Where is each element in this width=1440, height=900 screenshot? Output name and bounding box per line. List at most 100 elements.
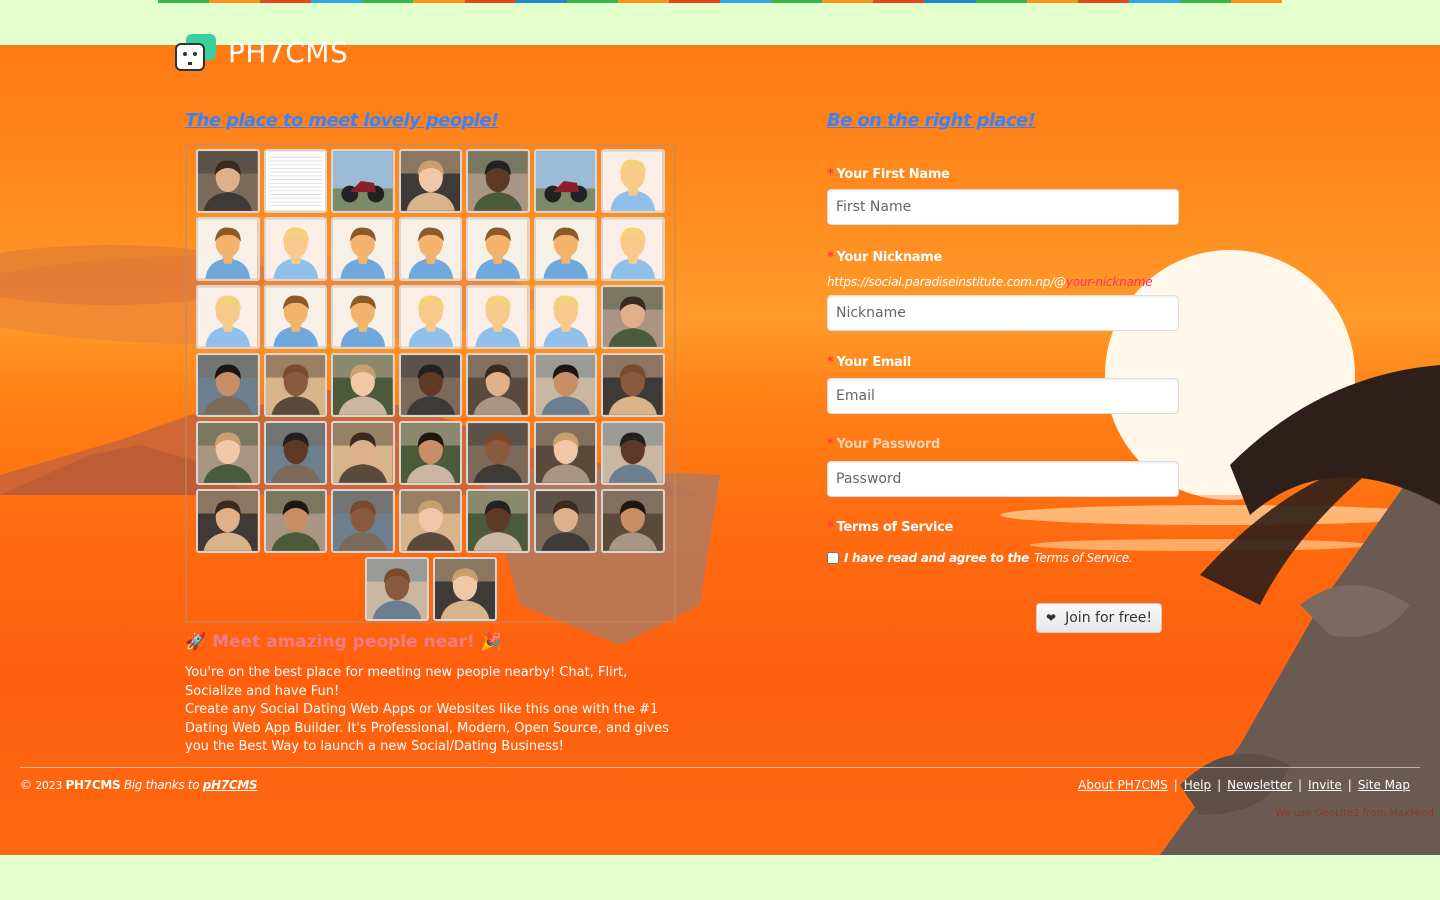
stripe-segment — [464, 0, 516, 3]
first-name-field[interactable] — [827, 189, 1179, 225]
member-avatar[interactable] — [263, 217, 328, 281]
stripe-segment — [1128, 0, 1180, 3]
stripe-segment — [873, 0, 925, 3]
terms-link[interactable]: Terms of Service. — [1034, 551, 1133, 565]
stripe-segment — [1026, 0, 1078, 3]
form-title[interactable]: Be on the right place! — [827, 110, 1036, 131]
thanks-text: Big thanks to — [123, 778, 200, 792]
member-avatar[interactable] — [195, 353, 260, 417]
member-avatar[interactable] — [466, 285, 530, 349]
stripe-segment — [720, 0, 772, 3]
member-avatar[interactable] — [398, 353, 463, 417]
member-avatar[interactable] — [466, 217, 530, 281]
member-avatar[interactable] — [533, 217, 598, 281]
member-avatar[interactable] — [331, 489, 395, 553]
nickname-url-preview: https://social.paradiseinstitute.com.np/… — [827, 275, 1153, 289]
required-mark: * — [827, 437, 834, 452]
thanks-link[interactable]: pH7CMS — [203, 778, 258, 792]
member-avatar[interactable] — [195, 149, 260, 213]
member-avatar[interactable] — [466, 489, 530, 553]
required-mark: * — [827, 167, 834, 182]
member-avatar[interactable] — [398, 217, 463, 281]
member-avatar[interactable] — [466, 421, 530, 485]
member-avatar[interactable] — [364, 557, 429, 621]
description-paragraph-2: Create any Social Dating Web Apps or Web… — [185, 702, 669, 754]
member-avatar[interactable] — [398, 489, 463, 553]
member-avatar[interactable] — [331, 353, 395, 417]
footer-link-help[interactable]: Help — [1184, 778, 1211, 792]
terms-text: I have read and agree to the — [844, 551, 1029, 565]
required-mark: * — [827, 355, 834, 370]
required-mark: * — [827, 250, 834, 265]
avatar-row — [195, 489, 666, 553]
join-button-label: Join for free! — [1065, 610, 1152, 626]
password-label: * Your Password — [827, 437, 941, 452]
member-avatar[interactable] — [331, 149, 395, 213]
member-avatar[interactable] — [601, 489, 666, 553]
member-avatar[interactable] — [533, 421, 598, 485]
email-label: * Your Email — [827, 355, 911, 370]
avatar-row — [195, 421, 666, 485]
member-avatar[interactable] — [331, 421, 395, 485]
avatar-row — [195, 149, 666, 213]
member-avatar[interactable] — [466, 353, 530, 417]
stripe-segment — [975, 0, 1027, 3]
heart-icon: ❤ — [1046, 611, 1057, 625]
member-avatar[interactable] — [533, 149, 598, 213]
member-avatar[interactable] — [601, 285, 666, 349]
terms-label: * Terms of Service — [827, 520, 954, 535]
member-avatar[interactable] — [601, 353, 666, 417]
member-avatar[interactable] — [263, 149, 328, 213]
member-avatar[interactable] — [533, 489, 598, 553]
member-avatar[interactable] — [195, 489, 260, 553]
nickname-field[interactable] — [827, 295, 1179, 331]
stripe-segment — [617, 0, 669, 3]
left-section-title[interactable]: The place to meet lovely people! — [185, 110, 499, 131]
footer-link-sitemap[interactable]: Site Map — [1358, 778, 1410, 792]
stripe-segment — [924, 0, 976, 3]
member-avatar[interactable] — [601, 421, 666, 485]
stripe-segment — [566, 0, 618, 3]
password-field[interactable] — [827, 461, 1179, 497]
member-avatar[interactable] — [533, 353, 598, 417]
member-avatar[interactable] — [331, 217, 395, 281]
footer-link-newsletter[interactable]: Newsletter — [1227, 778, 1292, 792]
footer-link-invite[interactable]: Invite — [1308, 778, 1342, 792]
stripe-segment — [668, 0, 721, 3]
member-avatar[interactable] — [195, 217, 260, 281]
member-avatar[interactable] — [398, 149, 463, 213]
footer-link-about[interactable]: About PH7CMS — [1078, 778, 1168, 792]
member-avatar[interactable] — [533, 285, 598, 349]
stripe-segment — [260, 0, 312, 3]
email-field[interactable] — [827, 378, 1179, 414]
member-avatar[interactable] — [398, 421, 463, 485]
member-avatar[interactable] — [263, 353, 328, 417]
avatar-row — [195, 285, 666, 349]
member-avatar[interactable] — [398, 285, 463, 349]
terms-checkbox[interactable] — [827, 552, 839, 564]
member-avatar[interactable] — [601, 149, 666, 213]
member-avatar[interactable] — [263, 421, 328, 485]
stripe-segment — [1077, 0, 1129, 3]
required-mark: * — [827, 520, 834, 535]
member-avatar[interactable] — [466, 149, 530, 213]
site-logo[interactable]: PH7CMS — [174, 32, 348, 72]
member-avatar[interactable] — [331, 285, 395, 349]
member-avatar[interactable] — [263, 489, 328, 553]
member-avatar[interactable] — [432, 557, 497, 621]
meet-heading: 🚀 Meet amazing people near! 🎉 — [185, 632, 502, 652]
member-avatar-grid — [185, 144, 676, 623]
avatar-row — [195, 353, 666, 417]
avatar-row — [196, 557, 665, 621]
member-avatar[interactable] — [195, 421, 260, 485]
chat-bubble-logo-icon — [175, 34, 216, 71]
member-avatar[interactable] — [601, 217, 666, 281]
stripe-segment — [413, 0, 465, 3]
copyright: © 2023 PH7CMS Big thanks to pH7CMS — [20, 778, 258, 792]
join-button[interactable]: ❤ Join for free! — [1036, 603, 1162, 633]
terms-agreement: I have read and agree to the Terms of Se… — [827, 551, 1133, 565]
member-avatar[interactable] — [263, 285, 328, 349]
member-avatar[interactable] — [195, 285, 260, 349]
party-popper-icon: 🎉 — [480, 632, 502, 652]
rocket-icon: 🚀 — [185, 632, 207, 652]
